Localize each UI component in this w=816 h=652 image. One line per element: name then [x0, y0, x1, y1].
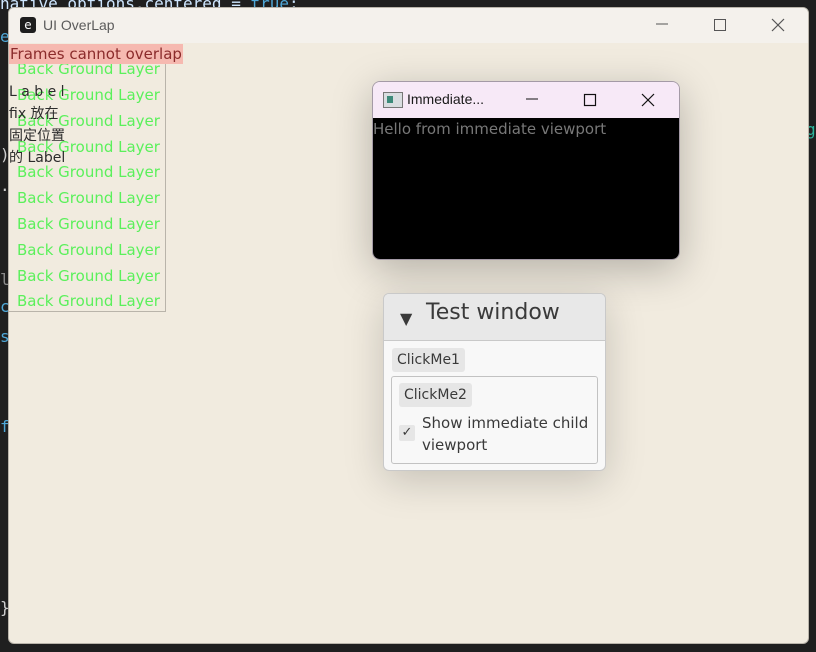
test-window-title: Test window [426, 300, 560, 325]
inner-group: ClickMe2 ✓ Show immediate child viewport [391, 376, 598, 464]
show-child-viewport-label[interactable]: Show immediate child viewport [422, 412, 594, 456]
click-me-2-button[interactable]: ClickMe2 [399, 383, 472, 407]
fixed-label-line: fix 放在 [9, 106, 59, 122]
show-child-viewport-checkbox[interactable]: ✓ [399, 425, 415, 441]
close-icon [641, 93, 655, 107]
minimize-icon [526, 98, 538, 100]
minimize-button[interactable] [633, 8, 691, 43]
title-bar[interactable]: e UI OverLap [9, 8, 808, 43]
fixed-label-line: 的 Label [9, 150, 66, 166]
background-layer-label: Back Ground Layer [17, 267, 160, 285]
main-window: e UI OverLap Back Ground Layer Back Grou… [8, 7, 809, 644]
app-icon: e [20, 17, 36, 33]
overlap-warning-label: Frames cannot overlap [9, 44, 183, 64]
immediate-viewport-window: Immediate... Hello from immediate viewpo… [372, 81, 680, 260]
background-layer-label: Back Ground Layer [17, 292, 160, 310]
client-area: Back Ground Layer Back Ground Layer Back… [9, 43, 808, 643]
maximize-icon [714, 19, 726, 31]
window-title: UI OverLap [43, 17, 115, 33]
click-me-1-button[interactable]: ClickMe1 [392, 348, 465, 372]
immediate-viewport-text: Hello from immediate viewport [373, 120, 607, 138]
close-button[interactable] [749, 8, 807, 43]
test-window: ▼ Test window ClickMe1 ClickMe2 ✓ Show i… [383, 293, 606, 471]
close-icon [771, 18, 785, 32]
fixed-label-line: L a b e l [9, 84, 65, 100]
window-app-icon [383, 92, 403, 108]
immediate-maximize-button[interactable] [561, 82, 619, 118]
test-window-header[interactable]: ▼ Test window [384, 294, 605, 341]
background-layer-label: Back Ground Layer [17, 241, 160, 259]
immediate-minimize-button[interactable] [503, 82, 561, 118]
background-layer-label: Back Ground Layer [17, 189, 160, 207]
minimize-icon [656, 23, 668, 25]
fixed-label-line: 固定位置 [9, 128, 65, 144]
immediate-title-bar[interactable]: Immediate... [373, 82, 679, 118]
maximize-button[interactable] [691, 8, 749, 43]
immediate-viewport-body: Hello from immediate viewport [373, 118, 679, 259]
collapse-triangle-icon[interactable]: ▼ [400, 309, 412, 328]
fixed-position-label: L a b e l fix 放在 固定位置 的 Label [9, 81, 65, 169]
immediate-close-button[interactable] [619, 82, 677, 118]
maximize-icon [583, 93, 597, 107]
immediate-window-title: Immediate... [407, 91, 485, 107]
background-layer-label: Back Ground Layer [17, 215, 160, 233]
